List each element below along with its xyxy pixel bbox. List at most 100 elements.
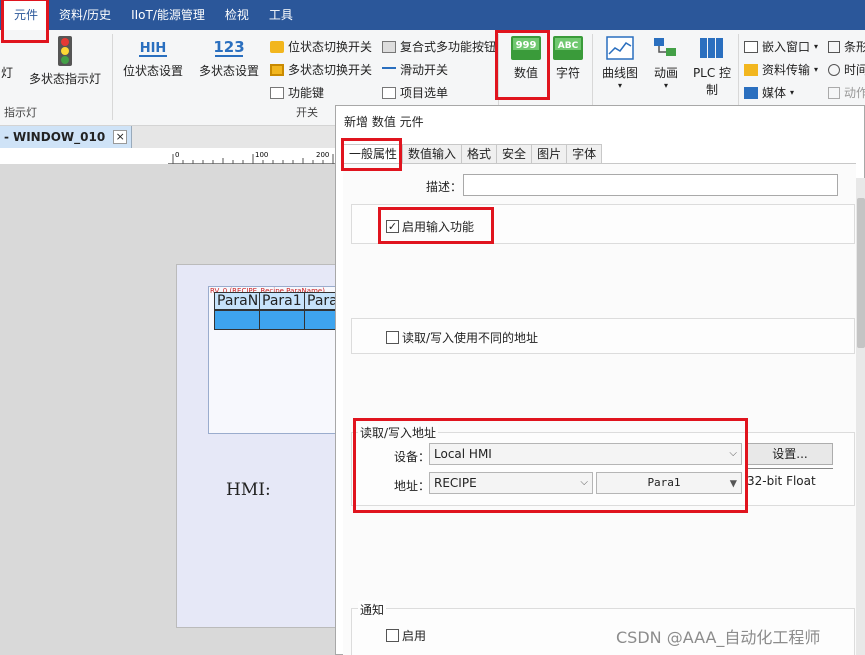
bar-graph-button[interactable]: 条形 xyxy=(828,38,865,55)
document-tab-window-010[interactable]: - WINDOW_010 × xyxy=(0,126,133,148)
tab-font[interactable]: 字体 xyxy=(567,144,603,164)
plc-control-button[interactable]: PLC 控 制 xyxy=(690,36,734,98)
action-button[interactable]: 动作 xyxy=(828,84,865,101)
multi-toggle-icon xyxy=(270,63,284,76)
item-menu-icon xyxy=(382,86,396,99)
enable-input-checkbox[interactable]: ✓ 启用输入功能 xyxy=(386,218,474,235)
tab-numeric-input[interactable]: 数值输入 xyxy=(403,144,463,164)
multi-toggle-switch-button[interactable]: 多状态切换开关 xyxy=(270,61,372,78)
svg-text:0: 0 xyxy=(175,151,179,159)
watermark: CSDN @AAA_自动化工程师 xyxy=(616,628,821,647)
slide-switch-button[interactable]: 滑动开关 xyxy=(382,61,448,78)
plc-control-label-1: PLC 控 xyxy=(692,66,732,80)
tab-general-properties[interactable]: 一般属性 xyxy=(343,144,404,164)
trend-chart-button[interactable]: 曲线图 ▾ xyxy=(598,36,642,91)
checkbox-unchecked-icon xyxy=(386,331,399,344)
bit-toggle-label: 位状态切换开关 xyxy=(288,40,373,54)
embedded-window-button[interactable]: 嵌入窗口 ▾ xyxy=(744,38,818,55)
media-button[interactable]: 媒体 ▾ xyxy=(744,84,794,101)
device-select[interactable]: Local HMI ⌵ xyxy=(429,443,742,465)
notify-section-title: 通知 xyxy=(358,601,387,618)
animation-label: 动画 xyxy=(653,66,678,80)
tab-format[interactable]: 格式 xyxy=(462,144,498,164)
address-value: RECIPE xyxy=(434,476,477,490)
data-transfer-button[interactable]: 资料传输 ▾ xyxy=(744,61,818,78)
description-input[interactable] xyxy=(463,174,838,196)
data-type-underline xyxy=(747,468,833,469)
combo-button-label: 复合式多功能按钮 xyxy=(400,40,497,54)
address-label: 地址： xyxy=(394,479,431,493)
svg-text:200: 200 xyxy=(316,151,329,159)
dialog-scrollbar[interactable] xyxy=(856,178,865,655)
item-menu-label: 项目选单 xyxy=(400,86,449,100)
bit-toggle-icon xyxy=(270,40,284,53)
numeric-label: 数值 xyxy=(513,66,538,80)
enable-input-label: 启用输入功能 xyxy=(402,220,475,234)
checkbox-unchecked-icon xyxy=(386,629,399,642)
svg-text:123: 123 xyxy=(213,38,244,56)
scrollbar-thumb[interactable] xyxy=(857,198,865,348)
combo-button-icon xyxy=(382,40,396,53)
document-tab-strip: - WINDOW_010 × xyxy=(0,126,340,148)
function-key-button[interactable]: 功能键 xyxy=(270,84,324,101)
svg-text:HIH: HIH xyxy=(140,41,167,56)
settings-button[interactable]: 设置... xyxy=(747,443,833,465)
hmi-text-label[interactable]: HMI: xyxy=(226,480,271,500)
bit-toggle-switch-button[interactable]: 位状态切换开关 xyxy=(270,38,372,55)
ruler: 0 100 200 xyxy=(168,148,340,164)
plc-control-label-2: 制 xyxy=(705,83,718,97)
function-key-icon xyxy=(270,86,284,99)
different-rw-address-checkbox[interactable]: 读取/写入使用不同的地址 xyxy=(386,329,538,346)
close-tab-icon[interactable]: × xyxy=(113,130,128,144)
ribbon-lamp-partial-button[interactable]: 灯 xyxy=(0,36,14,81)
animation-button[interactable]: 动画 ▾ xyxy=(646,36,686,91)
animation-icon xyxy=(654,38,676,56)
multi-state-lamp-label: 多状态指示灯 xyxy=(28,72,101,86)
character-icon: ABC xyxy=(553,36,583,60)
clock-icon xyxy=(828,63,840,76)
tab-security[interactable]: 安全 xyxy=(497,144,533,164)
dialog-tab-strip: 一般属性 数值输入 格式 安全 图片 字体 xyxy=(343,144,603,164)
indicator-group-label: 指示灯 xyxy=(4,106,37,119)
menu-iiot-energy[interactable]: IIoT/能源管理 xyxy=(121,0,215,30)
menu-view[interactable]: 检视 xyxy=(215,0,259,30)
rw-address-section-title: 读取/写入地址 xyxy=(358,424,439,441)
item-menu-button[interactable]: 项目选单 xyxy=(382,84,448,101)
tab-picture[interactable]: 图片 xyxy=(532,144,568,164)
menu-tools[interactable]: 工具 xyxy=(259,0,303,30)
recipe-header-cell: ParaN xyxy=(214,292,260,310)
time-button[interactable]: 时间 xyxy=(828,61,865,78)
address-select[interactable]: RECIPE ⌵ xyxy=(429,472,593,494)
traffic-light-icon xyxy=(58,36,72,66)
parameter-value: Para1 xyxy=(647,476,681,489)
notify-enable-checkbox[interactable]: 启用 xyxy=(386,627,426,644)
trend-chart-label: 曲线图 xyxy=(601,66,638,80)
recipe-data-cell xyxy=(259,310,305,330)
svg-text:100: 100 xyxy=(255,151,268,159)
recipe-data-cell xyxy=(214,310,260,330)
different-rw-address-label: 读取/写入使用不同的地址 xyxy=(402,331,539,345)
character-button[interactable]: ABC 字符 xyxy=(550,36,586,81)
dropdown-arrow-icon: ▼ xyxy=(729,476,737,490)
embedded-window-label: 嵌入窗口 xyxy=(762,40,811,54)
bit-state-setting-button[interactable]: HIH 位状态设置 xyxy=(120,36,186,79)
new-numeric-object-dialog: 新增 数值 元件 一般属性 数值输入 格式 安全 图片 字体 描述： ✓ 启用输… xyxy=(335,105,865,655)
notify-enable-label: 启用 xyxy=(402,629,427,643)
combo-button-button[interactable]: 复合式多功能按钮 xyxy=(382,38,496,55)
numeric-button[interactable]: 999 数值 xyxy=(506,36,546,81)
document-tab-label: WINDOW_010 xyxy=(12,130,106,144)
character-label: 字符 xyxy=(555,66,580,80)
device-label: 设备： xyxy=(394,450,431,464)
multi-state-setting-button[interactable]: 123 多状态设置 xyxy=(194,36,264,79)
media-icon xyxy=(744,86,758,99)
action-icon xyxy=(828,86,840,99)
parameter-select[interactable]: Para1 ▼ xyxy=(596,472,742,494)
multi-state-lamp-button[interactable]: 多状态指示灯 xyxy=(26,36,104,87)
slide-switch-label: 滑动开关 xyxy=(400,63,449,77)
ruler-ticks: 0 100 200 xyxy=(172,151,334,164)
svg-text:999: 999 xyxy=(516,40,537,51)
bit-switch-icon: HIH xyxy=(139,41,167,57)
menu-component[interactable]: 元件 xyxy=(3,0,50,30)
menu-data-history[interactable]: 资料/历史 xyxy=(49,0,121,30)
plc-control-icon xyxy=(700,38,723,58)
